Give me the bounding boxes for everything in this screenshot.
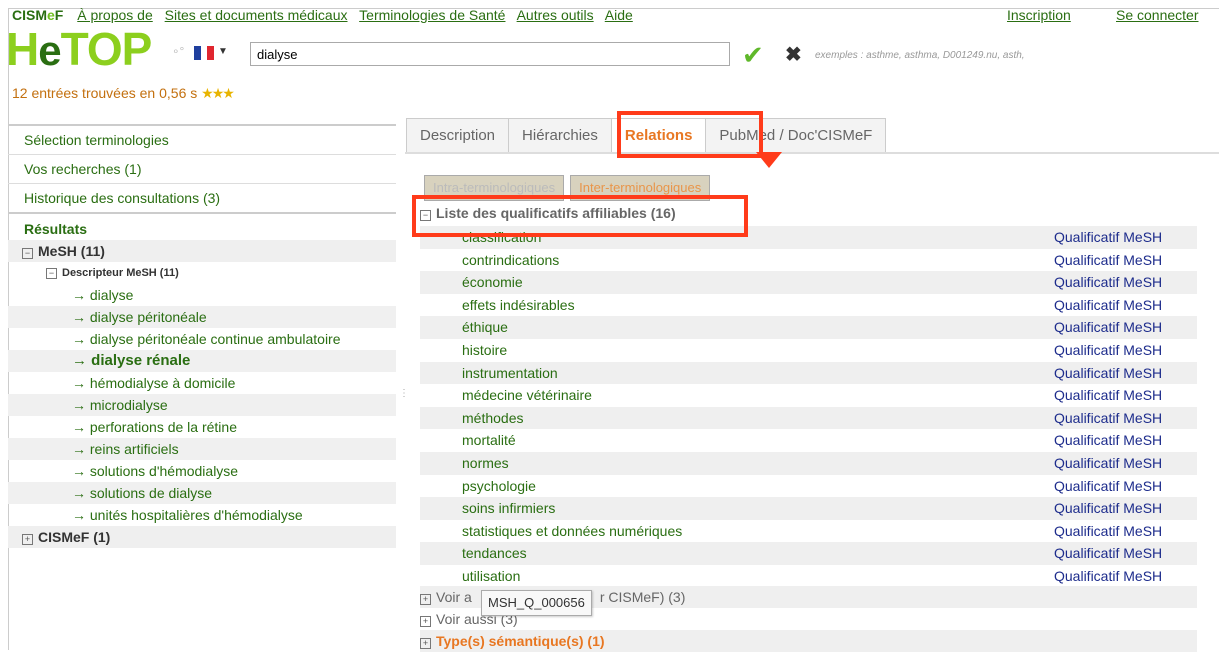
annotation-box-relations — [617, 111, 763, 158]
list-item[interactable]: soins infirmiers Qualificatif MeSH — [420, 497, 1197, 520]
nav-medical-sites-link[interactable]: Sites et documents médicaux — [165, 7, 348, 23]
collapse-icon[interactable]: − — [22, 248, 33, 259]
list-item[interactable]: statistiques et données numériques Qualif… — [420, 520, 1197, 543]
panel-splitter[interactable]: ⋮ — [399, 388, 409, 402]
collapse-icon[interactable]: − — [46, 268, 57, 279]
list-item[interactable]: normes Qualificatif MeSH — [420, 451, 1197, 475]
annotation-box-qualifiers — [412, 195, 748, 237]
search-examples: exemples : asthme, asthma, D001249.nu, a… — [815, 50, 1025, 61]
list-item[interactable]: utilisation Qualificatif MeSH — [420, 565, 1197, 588]
list-item[interactable]: effets indésirables Qualificatif MeSH — [420, 294, 1197, 317]
french-flag-icon[interactable] — [194, 46, 215, 60]
results-count: 12 entrées trouvées en 0,56 s ★★★ — [12, 85, 235, 101]
expand-icon[interactable]: + — [22, 534, 33, 545]
sidebar-item-history[interactable]: Historique des consultations (3) — [8, 183, 396, 212]
tab-hierarchies[interactable]: Hiérarchies — [508, 118, 612, 152]
nav-about-link[interactable]: À propos de — [77, 7, 153, 23]
code-tooltip: MSH_Q_000656 — [481, 590, 592, 616]
close-icon[interactable]: ✖ — [785, 42, 802, 68]
inscription-link[interactable]: Inscription — [1007, 7, 1071, 23]
login-link[interactable]: Se connecter — [1116, 7, 1199, 23]
list-item[interactable]: économie Qualificatif MeSH — [420, 271, 1197, 294]
nav-terminologies-link[interactable]: Terminologies de Santé — [359, 7, 505, 23]
expand-icon[interactable]: + — [420, 616, 431, 627]
qualifiers-list: classification Qualificatif MeSH contrind… — [420, 226, 1197, 588]
list-item[interactable]: psychologie Qualificatif MeSH — [420, 475, 1197, 498]
nav-help-link[interactable]: Aide — [605, 7, 633, 23]
list-item[interactable]: tendances Qualificatif MeSH — [420, 542, 1197, 565]
sidebar-item-searches[interactable]: Vos recherches (1) — [8, 154, 396, 183]
expand-icon[interactable]: + — [420, 638, 431, 649]
results-heading: Résultats — [8, 212, 396, 240]
result-item[interactable]: → dialyse — [8, 284, 396, 306]
hetop-logo[interactable]: HeTOP — [6, 24, 152, 76]
result-item[interactable]: → unités hospitalières d'hémodialyse — [8, 504, 396, 526]
list-item[interactable]: médecine vétérinaire Qualificatif MeSH — [420, 384, 1197, 407]
search-input[interactable] — [250, 42, 730, 66]
tab-description[interactable]: Description — [406, 118, 510, 152]
result-item[interactable]: → solutions d'hémodialyse — [8, 460, 396, 482]
result-item[interactable]: → dialyse péritonéale — [8, 306, 396, 328]
result-item[interactable]: → perforations de la rétine — [8, 416, 396, 438]
expand-icon[interactable]: + — [420, 594, 431, 605]
top-navigation: CISMeF À propos de Sites et documents mé… — [12, 7, 641, 23]
tab-underline — [405, 152, 1219, 154]
cismef-brand-link[interactable]: CISMeF — [12, 7, 63, 23]
tree-node-cismef[interactable]: + CISMeF (1) — [8, 526, 396, 548]
list-item[interactable]: éthique Qualificatif MeSH — [420, 316, 1197, 339]
result-item[interactable]: → solutions de dialyse — [8, 482, 396, 504]
tree-node-descriptor[interactable]: − Descripteur MeSH (11) — [8, 262, 396, 284]
annotation-arrow — [756, 152, 782, 168]
list-item[interactable]: instrumentation Qualificatif MeSH — [420, 361, 1197, 385]
list-item[interactable]: contrindications Qualificatif MeSH — [420, 249, 1197, 272]
checkmark-icon[interactable]: ✔ — [742, 42, 764, 68]
result-item[interactable]: → dialyse péritonéale continue ambulatoi… — [8, 328, 396, 350]
list-item[interactable]: méthodes Qualificatif MeSH — [420, 406, 1197, 430]
nav-other-tools-link[interactable]: Autres outils — [517, 7, 594, 23]
sidebar-item-terminology-selection[interactable]: Sélection terminologies — [8, 124, 396, 154]
left-sidebar: Sélection terminologies Vos recherches (… — [8, 124, 396, 548]
list-item[interactable]: mortalité Qualificatif MeSH — [420, 429, 1197, 452]
star-rating-icon: ★★★ — [201, 85, 235, 101]
result-item[interactable]: → reins artificiels — [8, 438, 396, 460]
list-item[interactable]: histoire Qualificatif MeSH — [420, 339, 1197, 362]
result-item[interactable]: → hémodialyse à domicile — [8, 372, 396, 394]
result-item-selected[interactable]: → dialyse rénale — [8, 350, 396, 372]
tree-node-mesh[interactable]: − MeSH (11) — [8, 240, 396, 262]
graph-icon[interactable]: ∘° — [172, 44, 184, 58]
chevron-down-icon[interactable]: ▼ — [218, 46, 228, 57]
result-item[interactable]: → microdialyse — [8, 394, 396, 416]
